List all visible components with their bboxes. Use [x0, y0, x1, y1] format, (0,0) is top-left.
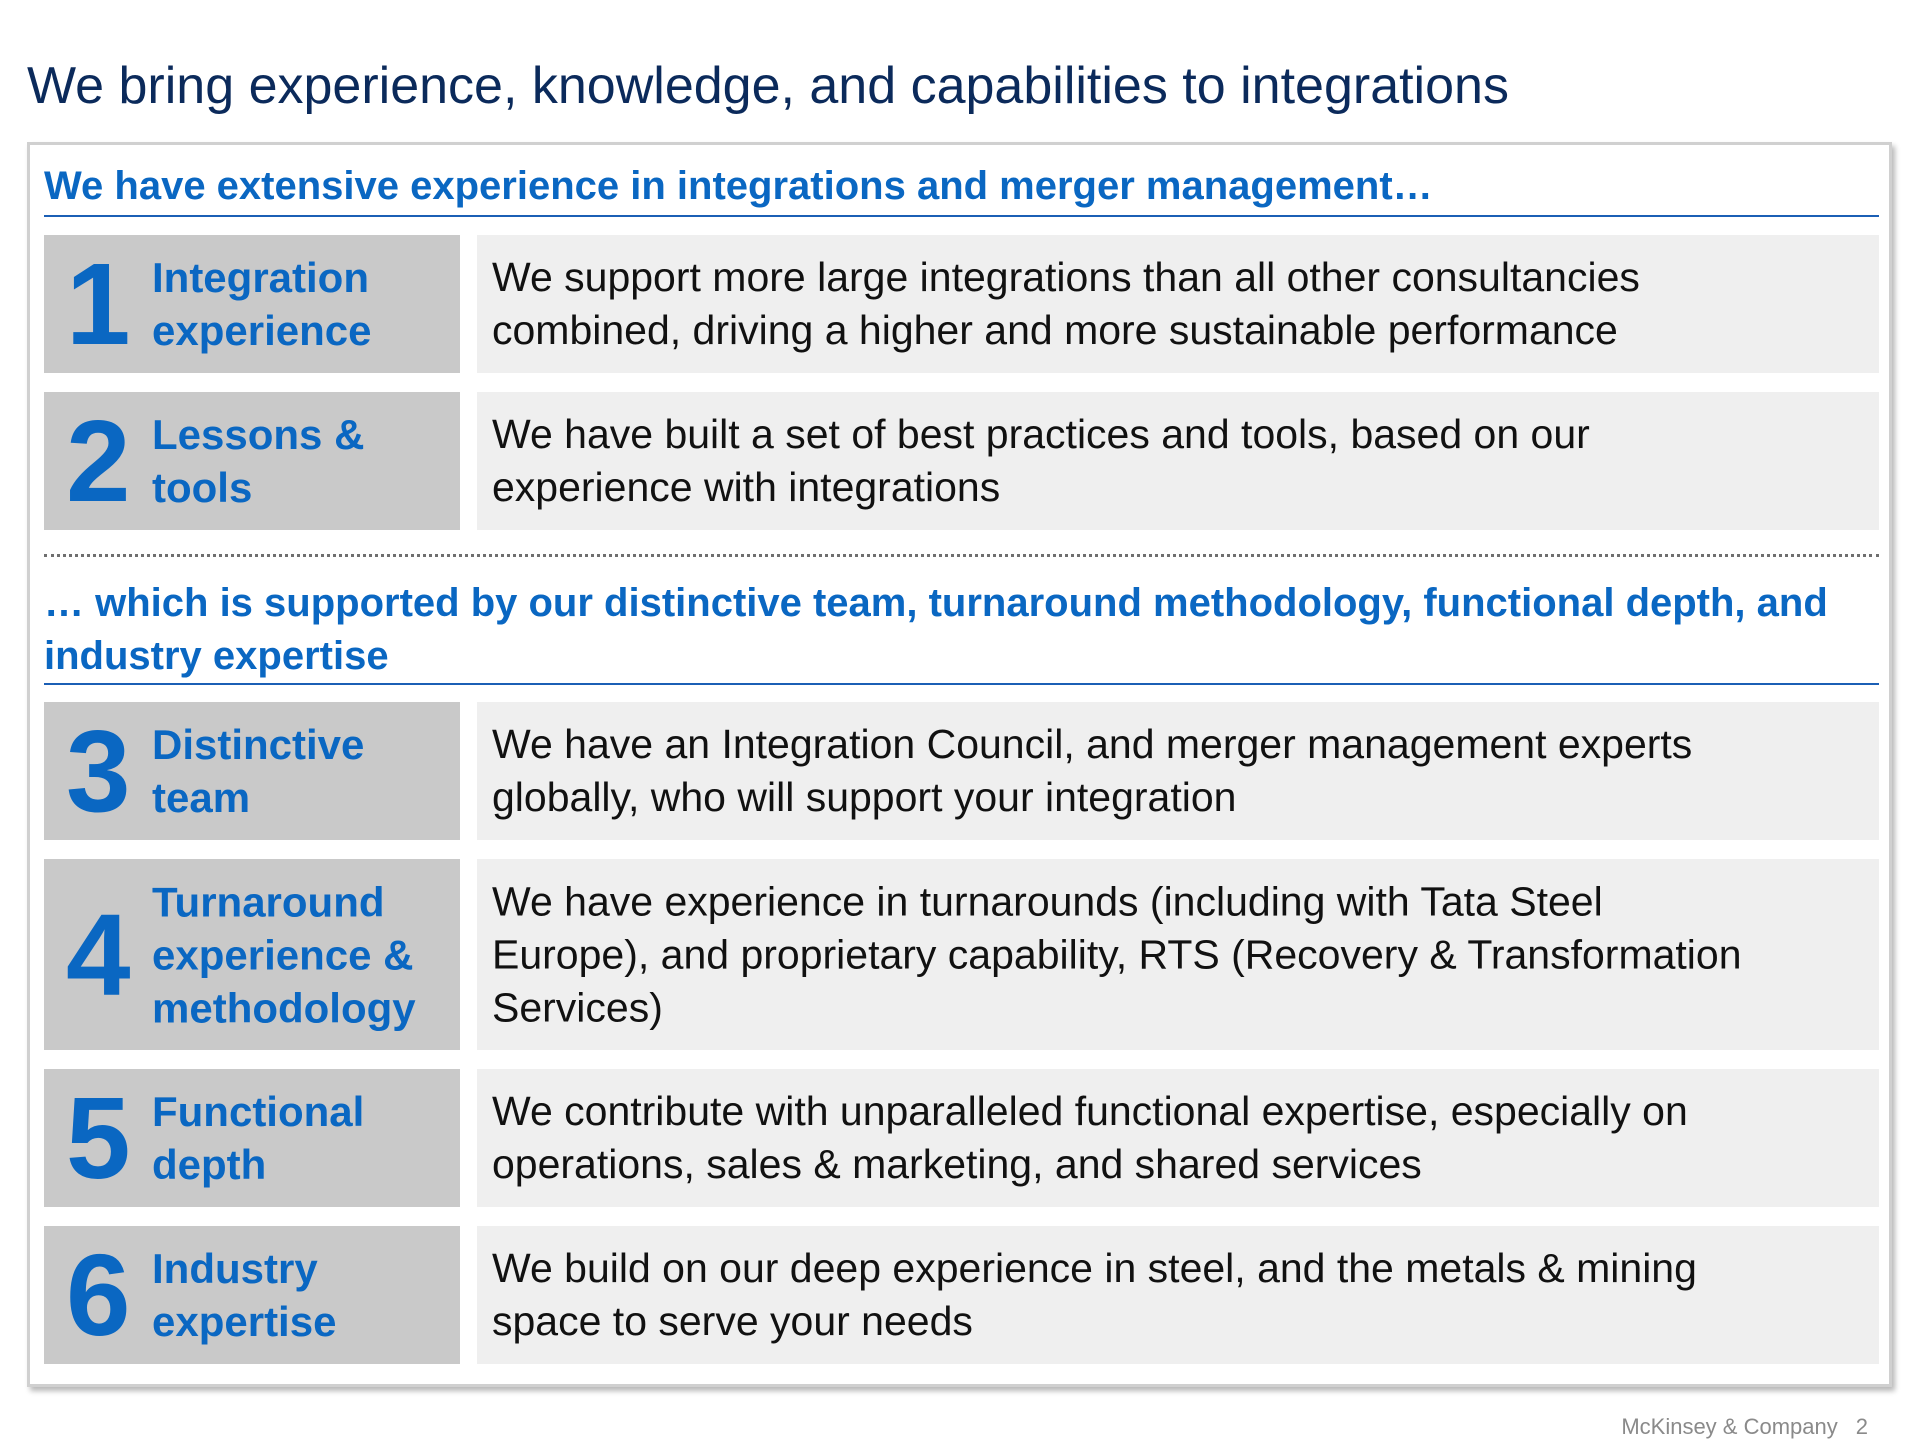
- row-description-box: We contribute with unparalleled function…: [477, 1069, 1879, 1207]
- row-description: We contribute with unparalleled function…: [492, 1088, 1688, 1187]
- section-heading-supported-by: … which is supported by our distinctive …: [44, 577, 1879, 685]
- row-label: Distinctive team: [152, 721, 365, 821]
- row-number: 1: [66, 239, 131, 369]
- row-label: Integration experience: [152, 254, 372, 354]
- row-description-box: We support more large integrations than …: [477, 235, 1879, 373]
- section-heading-experience: We have extensive experience in integrat…: [44, 160, 1879, 217]
- row-label-box: 1 Integration experience: [44, 235, 460, 373]
- footer: McKinsey & Company 2: [1621, 1414, 1868, 1440]
- footer-company: McKinsey & Company: [1621, 1414, 1838, 1439]
- row-number: 2: [66, 396, 131, 526]
- section-divider: [44, 554, 1879, 557]
- row-label-box: 5 Functional depth: [44, 1069, 460, 1207]
- row-number: 3: [66, 706, 131, 836]
- row-lessons-tools: 2 Lessons & tools We have built a set of…: [44, 392, 1879, 530]
- row-description-box: We have built a set of best practices an…: [477, 392, 1879, 530]
- row-label: Industry expertise: [152, 1245, 337, 1345]
- row-label-box: 3 Distinctive team: [44, 702, 460, 840]
- row-description: We build on our deep experience in steel…: [492, 1245, 1697, 1344]
- row-description: We have an Integration Council, and merg…: [492, 721, 1693, 820]
- row-description-box: We have an Integration Council, and merg…: [477, 702, 1879, 840]
- row-turnaround-methodology: 4 Turnaround experience & methodology We…: [44, 859, 1879, 1050]
- row-number: 5: [66, 1073, 131, 1203]
- row-description: We support more large integrations than …: [492, 254, 1640, 353]
- page-number: 2: [1855, 1414, 1868, 1439]
- row-label-box: 2 Lessons & tools: [44, 392, 460, 530]
- row-functional-depth: 5 Functional depth We contribute with un…: [44, 1069, 1879, 1207]
- row-label: Lessons & tools: [152, 411, 365, 511]
- row-label-box: 4 Turnaround experience & methodology: [44, 859, 460, 1050]
- row-label-box: 6 Industry expertise: [44, 1226, 460, 1364]
- row-description: We have built a set of best practices an…: [492, 411, 1590, 510]
- row-industry-expertise: 6 Industry expertise We build on our dee…: [44, 1226, 1879, 1364]
- row-description-box: We build on our deep experience in steel…: [477, 1226, 1879, 1364]
- row-description-box: We have experience in turnarounds (inclu…: [477, 859, 1879, 1050]
- row-label: Functional depth: [152, 1088, 365, 1188]
- row-label: Turnaround experience & methodology: [152, 878, 416, 1031]
- row-integration-experience: 1 Integration experience We support more…: [44, 235, 1879, 373]
- slide-title: We bring experience, knowledge, and capa…: [27, 57, 1509, 115]
- row-description: We have experience in turnarounds (inclu…: [492, 878, 1742, 1030]
- row-number: 6: [66, 1230, 131, 1360]
- row-number: 4: [66, 889, 131, 1020]
- row-distinctive-team: 3 Distinctive team We have an Integratio…: [44, 702, 1879, 840]
